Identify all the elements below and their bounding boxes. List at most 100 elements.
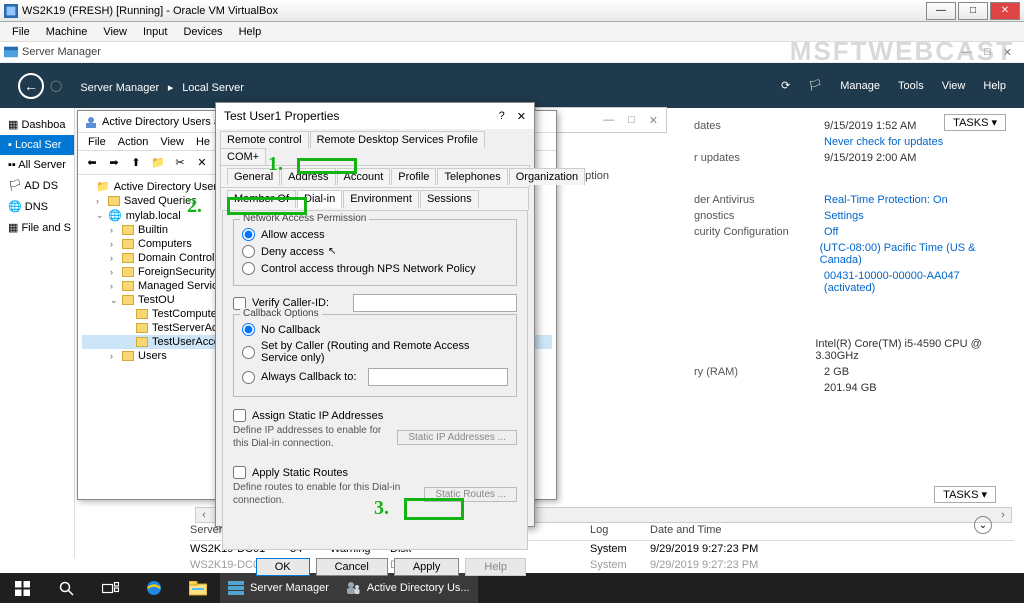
pd-titlebar[interactable]: Test User1 Properties ?✕ bbox=[216, 103, 534, 129]
h-dt[interactable]: Date and Time bbox=[650, 524, 1014, 536]
virtualbox-window-controls: — □ ✕ bbox=[924, 2, 1020, 20]
annotation-3: 3. bbox=[374, 497, 389, 520]
start-button[interactable] bbox=[0, 573, 44, 603]
sidebar-item-dashboard[interactable]: ▦ Dashboa bbox=[0, 114, 74, 135]
radio-allow-access[interactable]: Allow access bbox=[242, 226, 508, 243]
sidebar-item-all-servers[interactable]: ▪▪ All Server bbox=[0, 155, 74, 175]
tb-fwd-icon[interactable]: ➡ bbox=[104, 153, 124, 173]
server-manager-icon bbox=[4, 45, 18, 59]
back-button[interactable]: ← bbox=[18, 73, 44, 99]
properties-panel: Description dates9/15/2019 1:52 AM Never… bbox=[694, 118, 1014, 396]
vb-menu-help[interactable]: Help bbox=[231, 24, 270, 40]
ad-menu-action[interactable]: Action bbox=[112, 135, 155, 149]
val-cpu: Intel(R) Core(TM) i5-4590 CPU @ 3.30GHz bbox=[815, 338, 1014, 362]
vb-menu-devices[interactable]: Devices bbox=[175, 24, 230, 40]
maximize-button[interactable]: □ bbox=[958, 2, 988, 20]
tab-account[interactable]: Account bbox=[337, 168, 391, 185]
vb-menu-view[interactable]: View bbox=[95, 24, 135, 40]
pd-close-icon[interactable]: ✕ bbox=[517, 110, 526, 123]
header-manage[interactable]: Manage bbox=[840, 80, 880, 92]
windows-icon bbox=[15, 581, 30, 596]
minimize-button[interactable]: — bbox=[926, 2, 956, 20]
flag-icon[interactable]: 🏳 bbox=[808, 79, 822, 92]
sidebar-item-file[interactable]: ▦ File and S ▸ bbox=[0, 217, 74, 238]
tab-address[interactable]: Address bbox=[281, 168, 335, 185]
tab-member-of[interactable]: Member Of bbox=[227, 190, 296, 208]
lbl-updates: dates bbox=[694, 120, 824, 132]
val-tz[interactable]: (UTC-08:00) Pacific Time (US & Canada) bbox=[820, 242, 1014, 266]
expand-icon[interactable]: ⌄ bbox=[974, 516, 992, 534]
val-updates-check[interactable]: Never check for updates bbox=[824, 136, 943, 148]
static-routes-button[interactable]: Static Routes ... bbox=[424, 487, 517, 502]
sidebar: ▦ Dashboa ▪ Local Ser ▪▪ All Server 🏳 AD… bbox=[0, 108, 75, 558]
vb-menu-file[interactable]: File bbox=[4, 24, 38, 40]
lbl-for-updates: r updates bbox=[694, 152, 824, 164]
val-defender[interactable]: Real-Time Protection: On bbox=[824, 194, 948, 206]
help-button[interactable]: Help bbox=[465, 558, 526, 576]
static-ip-button[interactable]: Static IP Addresses ... bbox=[397, 430, 517, 445]
ad-menu-help[interactable]: He bbox=[190, 135, 216, 149]
radio-deny-access[interactable]: Deny access ↖ bbox=[242, 243, 508, 260]
header-help[interactable]: Help bbox=[983, 80, 1006, 92]
lbl-sec: curity Configuration bbox=[694, 226, 824, 238]
vb-menu-machine[interactable]: Machine bbox=[38, 24, 96, 40]
annotation-1: 1. bbox=[268, 153, 283, 176]
tab-com[interactable]: COM+ bbox=[220, 148, 266, 165]
lbl-ram: ry (RAM) bbox=[694, 366, 824, 378]
nap-title: Network Access Permission bbox=[240, 213, 369, 224]
header-tools[interactable]: Tools bbox=[898, 80, 924, 92]
events-tasks-button[interactable]: TASKS ▾ bbox=[934, 486, 996, 503]
radio-always-callback[interactable]: Always Callback to: bbox=[242, 366, 508, 388]
h-log[interactable]: Log bbox=[590, 524, 650, 536]
tab-rds-profile[interactable]: Remote Desktop Services Profile bbox=[310, 131, 485, 148]
tb-cut-icon[interactable]: ✂ bbox=[170, 153, 190, 173]
tb-back-icon[interactable]: ⬅ bbox=[82, 153, 102, 173]
ie-icon[interactable] bbox=[132, 573, 176, 603]
close-button[interactable]: ✕ bbox=[990, 2, 1020, 20]
bg-max[interactable]: □ bbox=[628, 114, 635, 126]
radio-nps[interactable]: Control access through NPS Network Polic… bbox=[242, 260, 508, 277]
vb-menu-input[interactable]: Input bbox=[135, 24, 175, 40]
refresh-icon[interactable]: ⟳ bbox=[781, 79, 790, 92]
assign-static-ip[interactable]: Assign Static IP Addresses bbox=[233, 407, 517, 424]
tab-environment[interactable]: Environment bbox=[343, 190, 419, 208]
tab-organization[interactable]: Organization bbox=[509, 168, 585, 185]
sidebar-item-local-server[interactable]: ▪ Local Ser bbox=[0, 135, 74, 155]
radio-set-by-caller[interactable]: Set by Caller (Routing and Remote Access… bbox=[242, 338, 508, 366]
tb-folder-icon[interactable]: 📁 bbox=[148, 153, 168, 173]
network-access-fieldset: Network Access Permission Allow access D… bbox=[233, 219, 517, 286]
bg-close[interactable]: ✕ bbox=[649, 114, 658, 127]
radio-no-callback[interactable]: No Callback bbox=[242, 321, 508, 338]
annotation-2: 2. bbox=[187, 195, 202, 218]
header-view[interactable]: View bbox=[942, 80, 966, 92]
cancel-button[interactable]: Cancel bbox=[316, 558, 388, 576]
tb-delete-icon[interactable]: ✕ bbox=[192, 153, 212, 173]
apply-static-routes[interactable]: Apply Static Routes bbox=[233, 464, 517, 481]
val-pid[interactable]: 00431-10000-00000-AA047 (activated) bbox=[824, 270, 1014, 294]
search-icon[interactable] bbox=[44, 573, 88, 603]
tab-sessions[interactable]: Sessions bbox=[420, 190, 479, 208]
header-right: ⟳ 🏳 Manage Tools View Help bbox=[781, 79, 1006, 92]
task-view-icon[interactable] bbox=[88, 573, 132, 603]
bg-min[interactable]: — bbox=[603, 114, 614, 126]
sidebar-item-dns[interactable]: 🌐 DNS bbox=[0, 196, 74, 217]
watermark: MSFTWEBCAST bbox=[790, 36, 1014, 67]
pd-help-icon[interactable]: ? bbox=[499, 110, 505, 123]
user-properties-dialog: Test User1 Properties ?✕ Remote control … bbox=[215, 102, 535, 527]
apply-button[interactable]: Apply bbox=[394, 558, 460, 576]
breadcrumb-root[interactable]: Server Manager bbox=[80, 82, 159, 94]
tb-up-icon[interactable]: ⬆ bbox=[126, 153, 146, 173]
ad-menu-view[interactable]: View bbox=[154, 135, 190, 149]
tab-remote-control[interactable]: Remote control bbox=[220, 131, 309, 148]
tab-profile[interactable]: Profile bbox=[391, 168, 436, 185]
sidebar-item-adds[interactable]: 🏳 AD DS bbox=[0, 175, 74, 196]
virtualbox-titlebar: WS2K19 (FRESH) [Running] - Oracle VM Vir… bbox=[0, 0, 1024, 22]
val-sec[interactable]: Off bbox=[824, 226, 838, 238]
val-diag[interactable]: Settings bbox=[824, 210, 864, 222]
ad-menu-file[interactable]: File bbox=[82, 135, 112, 149]
tab-dial-in[interactable]: Dial-in bbox=[297, 190, 342, 208]
lbl-diag: gnostics bbox=[694, 210, 824, 222]
explorer-icon[interactable] bbox=[176, 573, 220, 603]
tab-telephones[interactable]: Telephones bbox=[437, 168, 507, 185]
ok-button[interactable]: OK bbox=[256, 558, 310, 576]
